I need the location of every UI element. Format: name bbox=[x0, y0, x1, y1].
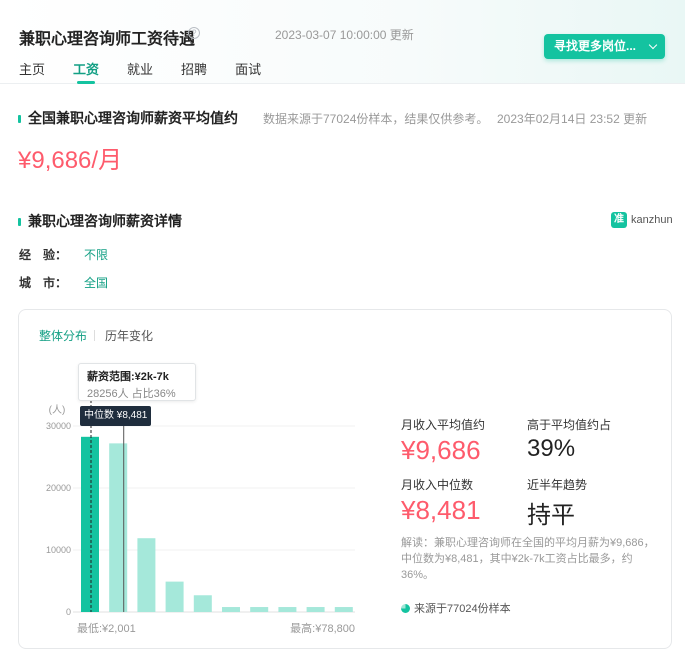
section-marker bbox=[18, 115, 21, 123]
stat-trend-label: 近半年趋势 bbox=[527, 478, 588, 492]
x-min-label: 最低:¥2,001 bbox=[77, 622, 136, 635]
y-tick-label: 30000 bbox=[46, 421, 71, 431]
bar bbox=[193, 595, 212, 612]
tooltip-count: 28256人 占比36% bbox=[87, 388, 176, 400]
stat-above-value: 39% bbox=[527, 435, 576, 462]
update-time: 2023-03-07 10:00:00 更新 bbox=[275, 28, 414, 42]
page-header: 兼职心理咨询师工资待遇 ? 2023-03-07 10:00:00 更新 寻找更… bbox=[0, 0, 685, 84]
bar bbox=[278, 607, 297, 612]
find-more-jobs-label: 寻找更多岗位... bbox=[554, 39, 637, 53]
bar bbox=[306, 607, 325, 612]
stat-median-value: ¥8,481 bbox=[401, 495, 481, 525]
sample-source: 来源于77024份样本 bbox=[401, 600, 511, 616]
average-salary: ¥9,686/月 bbox=[18, 147, 123, 174]
x-max-label: 最高:¥78,800 bbox=[290, 621, 355, 635]
bar bbox=[137, 538, 156, 612]
stat-above-average: 高于平均值约占 39% bbox=[527, 416, 611, 463]
stat-average: 月收入平均值约 ¥9,686 bbox=[401, 416, 485, 466]
stat-average-value: ¥9,686 bbox=[401, 435, 481, 465]
tab-recruit[interactable]: 招聘 bbox=[181, 59, 207, 84]
filter-city-label: 城 市： bbox=[19, 276, 68, 290]
chevron-down-icon bbox=[648, 40, 658, 50]
salary-card: 全国兼职心理咨询师薪资平均值约 数据来源于77024份样本，结果仅供参考。 20… bbox=[0, 84, 685, 653]
y-axis-label: (人) bbox=[49, 404, 66, 416]
distribution-panel: 整体分布 历年变化 (人) 0 10000 20000 30000 最低:¥2,001 最高… bbox=[18, 309, 672, 649]
chart-tooltip: 薪资范围:¥2k-7k 28256人 占比36% bbox=[78, 363, 196, 401]
bar bbox=[165, 581, 184, 612]
bar bbox=[109, 443, 128, 612]
kanzhun-brand: kanzhun bbox=[631, 214, 673, 226]
section-marker bbox=[18, 218, 21, 226]
nav-tabs: 主页 工资 就业 招聘 面试 bbox=[19, 59, 289, 84]
kanzhun-logo-icon: 准 bbox=[611, 212, 627, 228]
bar bbox=[222, 607, 240, 612]
stat-above-label: 高于平均值约占 bbox=[527, 418, 612, 432]
filter-experience-label: 经 验： bbox=[19, 248, 68, 262]
kanzhun-logo: 准 kanzhun bbox=[611, 212, 673, 228]
interpretation-text: 解读：兼职心理咨询师在全国的平均月薪为¥9,686，中位数为¥8,481，其中¥… bbox=[401, 537, 655, 581]
y-tick-label: 20000 bbox=[46, 483, 71, 493]
pie-chart-icon bbox=[401, 603, 410, 613]
bar bbox=[81, 436, 99, 612]
tab-home[interactable]: 主页 bbox=[19, 59, 45, 84]
stat-trend-value: 持平 bbox=[527, 502, 575, 529]
stat-trend: 近半年趋势 持平 bbox=[527, 476, 587, 530]
average-title: 全国兼职心理咨询师薪资平均值约 bbox=[28, 110, 238, 126]
bar bbox=[334, 607, 353, 612]
filter-experience-value[interactable]: 不限 bbox=[84, 246, 108, 263]
y-tick-label: 10000 bbox=[46, 545, 71, 555]
sample-note: 数据来源于77024份样本，结果仅供参考。 bbox=[263, 112, 489, 126]
bar bbox=[250, 607, 269, 612]
sample-source-text: 来源于77024份样本 bbox=[414, 603, 511, 615]
tooltip-range: 薪资范围:¥2k-7k bbox=[87, 371, 169, 383]
stat-median-label: 月收入中位数 bbox=[401, 478, 474, 492]
tab-salary[interactable]: 工资 bbox=[73, 59, 99, 84]
filter-city-value[interactable]: 全国 bbox=[84, 274, 108, 291]
stat-average-label: 月收入平均值约 bbox=[401, 418, 486, 432]
job-title: 兼职心理咨询师工资待遇 bbox=[19, 31, 196, 48]
tab-employment[interactable]: 就业 bbox=[127, 59, 153, 84]
salary-distribution-chart: (人) 0 10000 20000 30000 最低:¥2,001 最高:¥78,800 bbox=[46, 370, 355, 635]
stat-median: 月收入中位数 ¥8,481 bbox=[401, 476, 481, 526]
find-more-jobs-button[interactable]: 寻找更多岗位... bbox=[544, 34, 665, 59]
y-tick-label: 0 bbox=[66, 607, 71, 617]
help-icon[interactable]: ? bbox=[188, 27, 200, 39]
details-title: 兼职心理咨询师薪资详情 bbox=[28, 213, 182, 229]
tab-interview[interactable]: 面试 bbox=[235, 59, 261, 84]
average-updated: 2023年02月14日 23:52 更新 bbox=[497, 112, 648, 126]
median-tag: 中位数 ¥8,481 bbox=[80, 406, 152, 426]
